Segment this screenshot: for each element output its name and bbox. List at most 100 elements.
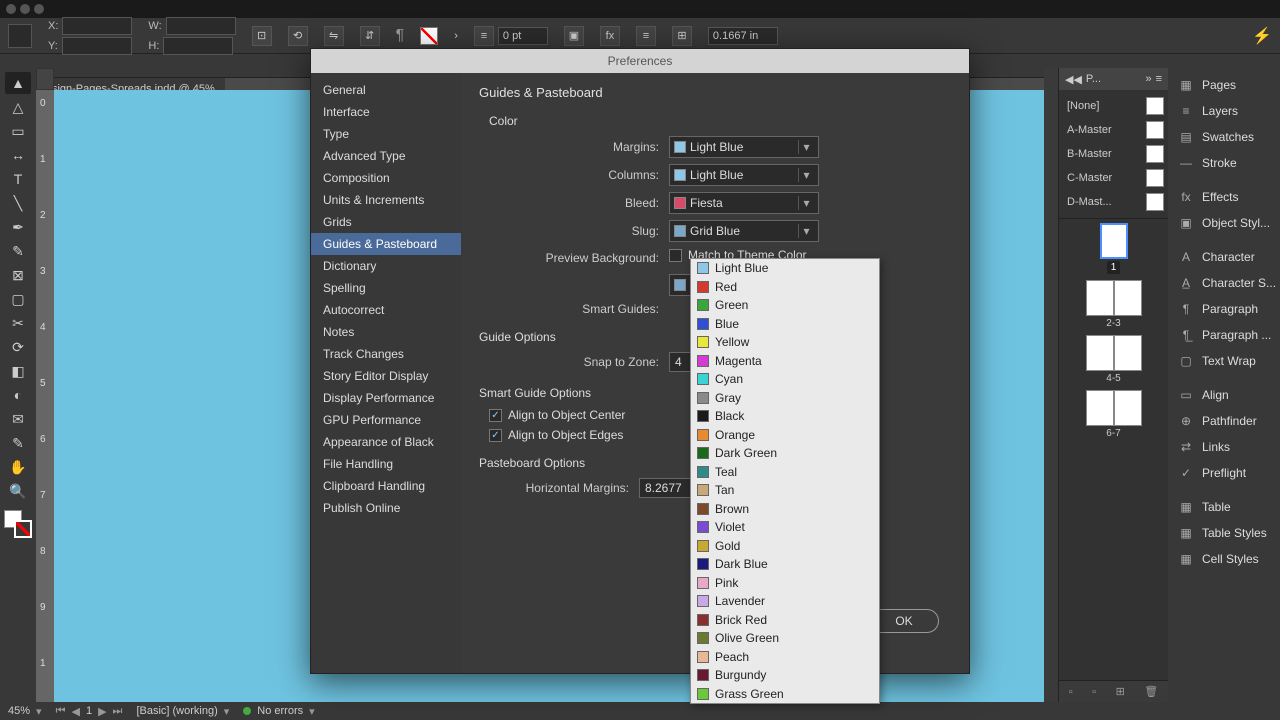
eyedropper-tool[interactable]: ✎	[5, 432, 31, 454]
color-option-orange[interactable]: Orange	[691, 426, 879, 445]
rectangle-frame-tool[interactable]: ⊠	[5, 264, 31, 286]
panel-flyout-icon[interactable]: ≡	[1156, 73, 1162, 85]
color-option-green[interactable]: Green	[691, 296, 879, 315]
panel-paragraph[interactable]: ¶Paragraph	[1168, 296, 1280, 322]
next-page-icon[interactable]: ▶	[98, 705, 106, 718]
profile-dropdown-icon[interactable]: ▾	[224, 705, 230, 718]
panel-table-styles[interactable]: ▦Table Styles	[1168, 520, 1280, 546]
master-d-mast-[interactable]: D-Mast...	[1063, 190, 1164, 214]
align-icon[interactable]: ≡	[636, 26, 656, 46]
free-transform-tool[interactable]: ⟳	[5, 336, 31, 358]
color-option-dark-green[interactable]: Dark Green	[691, 444, 879, 463]
columns-dropdown[interactable]: Light Blue ▾	[669, 164, 819, 186]
zoom-tool[interactable]: 🔍	[5, 480, 31, 502]
errors-dropdown-icon[interactable]: ▾	[309, 705, 315, 718]
vertical-scrollbar[interactable]	[1044, 68, 1058, 702]
footer-icon[interactable]: ▫	[1069, 686, 1073, 698]
new-page-icon[interactable]: ⊞	[1116, 685, 1125, 698]
pref-category-story-editor-display[interactable]: Story Editor Display	[311, 365, 461, 387]
rotate-icon[interactable]: ⟲	[288, 26, 308, 46]
pref-category-units-increments[interactable]: Units & Increments	[311, 189, 461, 211]
panel-effects[interactable]: fxEffects	[1168, 184, 1280, 210]
pref-category-track-changes[interactable]: Track Changes	[311, 343, 461, 365]
color-option-magenta[interactable]: Magenta	[691, 352, 879, 371]
pref-category-gpu-performance[interactable]: GPU Performance	[311, 409, 461, 431]
panel-character[interactable]: ACharacter	[1168, 244, 1280, 270]
measure-input[interactable]	[708, 27, 778, 45]
page-thumb-1[interactable]	[1100, 223, 1128, 259]
pref-category-display-performance[interactable]: Display Performance	[311, 387, 461, 409]
x-input[interactable]	[62, 17, 132, 35]
pref-category-general[interactable]: General	[311, 79, 461, 101]
color-option-grass-green[interactable]: Grass Green	[691, 685, 879, 704]
color-option-brick-red[interactable]: Brick Red	[691, 611, 879, 630]
pen-tool[interactable]: ✒	[5, 216, 31, 238]
footer-icon[interactable]: ▫	[1092, 686, 1096, 698]
type-tool[interactable]: T	[5, 168, 31, 190]
panel-pages[interactable]: ▦Pages	[1168, 72, 1280, 98]
gradient-swatch-tool[interactable]: ◧	[5, 360, 31, 382]
distribute-icon[interactable]: ⊞	[672, 26, 692, 46]
pref-category-guides-pasteboard[interactable]: Guides & Pasteboard	[311, 233, 461, 255]
text-wrap-icon[interactable]: ▣	[564, 26, 584, 46]
panel-character-s-[interactable]: A̲Character S...	[1168, 270, 1280, 296]
align-center-checkbox[interactable]: ✓	[489, 409, 502, 422]
panel-object-styl-[interactable]: ▣Object Styl...	[1168, 210, 1280, 236]
line-tool[interactable]: ╲	[5, 192, 31, 214]
panel-text-wrap[interactable]: ▢Text Wrap	[1168, 348, 1280, 374]
page-tool[interactable]: ▭	[5, 120, 31, 142]
panel-collapse-icon[interactable]: ◀◀	[1065, 73, 1082, 86]
fill-none-icon[interactable]	[420, 27, 438, 45]
max-dot[interactable]	[34, 4, 44, 14]
color-option-gray[interactable]: Gray	[691, 389, 879, 408]
spread-thumb[interactable]	[1086, 335, 1142, 371]
spread-thumb[interactable]	[1086, 390, 1142, 426]
min-dot[interactable]	[20, 4, 30, 14]
color-option-dark-blue[interactable]: Dark Blue	[691, 555, 879, 574]
color-option-yellow[interactable]: Yellow	[691, 333, 879, 352]
rectangle-tool[interactable]: ▢	[5, 288, 31, 310]
note-tool[interactable]: ✉	[5, 408, 31, 430]
smart-guides-color-menu[interactable]: Light BlueRedGreenBlueYellowMagentaCyanG…	[690, 258, 880, 704]
slug-dropdown[interactable]: Grid Blue ▾	[669, 220, 819, 242]
master--none-[interactable]: [None]	[1063, 94, 1164, 118]
pencil-tool[interactable]: ✎	[5, 240, 31, 262]
ruler-origin[interactable]	[36, 68, 54, 90]
color-option-brown[interactable]: Brown	[691, 500, 879, 519]
color-option-teal[interactable]: Teal	[691, 463, 879, 482]
w-input[interactable]	[166, 17, 236, 35]
match-theme-checkbox[interactable]	[669, 249, 682, 262]
hand-tool[interactable]: ✋	[5, 456, 31, 478]
color-option-black[interactable]: Black	[691, 407, 879, 426]
pref-category-composition[interactable]: Composition	[311, 167, 461, 189]
color-option-lavender[interactable]: Lavender	[691, 592, 879, 611]
pref-category-clipboard-handling[interactable]: Clipboard Handling	[311, 475, 461, 497]
first-page-icon[interactable]: ⏮	[56, 705, 66, 718]
panel-stroke[interactable]: —Stroke	[1168, 150, 1280, 176]
color-option-olive-green[interactable]: Olive Green	[691, 629, 879, 648]
panel-swatches[interactable]: ▤Swatches	[1168, 124, 1280, 150]
direct-selection-tool[interactable]: △	[5, 96, 31, 118]
pref-category-publish-online[interactable]: Publish Online	[311, 497, 461, 519]
pref-category-autocorrect[interactable]: Autocorrect	[311, 299, 461, 321]
panel-table[interactable]: ▦Table	[1168, 494, 1280, 520]
panel-cell-styles[interactable]: ▦Cell Styles	[1168, 546, 1280, 572]
color-option-red[interactable]: Red	[691, 278, 879, 297]
align-edges-checkbox[interactable]: ✓	[489, 429, 502, 442]
page-number[interactable]: 1	[86, 705, 92, 717]
panel-links[interactable]: ⇄Links	[1168, 434, 1280, 460]
master-a-master[interactable]: A-Master	[1063, 118, 1164, 142]
color-option-violet[interactable]: Violet	[691, 518, 879, 537]
color-option-light-blue[interactable]: Light Blue	[691, 259, 879, 278]
pref-category-file-handling[interactable]: File Handling	[311, 453, 461, 475]
fill-stroke-indicator[interactable]	[4, 510, 32, 538]
paragraph-icon[interactable]: ¶	[396, 27, 405, 45]
pref-category-dictionary[interactable]: Dictionary	[311, 255, 461, 277]
panel-menu-icon[interactable]: »	[1145, 73, 1151, 85]
zoom-dropdown-icon[interactable]: ▾	[36, 705, 42, 718]
scissors-tool[interactable]: ✂	[5, 312, 31, 334]
panel-layers[interactable]: ≡Layers	[1168, 98, 1280, 124]
color-option-tan[interactable]: Tan	[691, 481, 879, 500]
pref-category-type[interactable]: Type	[311, 123, 461, 145]
zoom-value[interactable]: 45%	[8, 705, 30, 717]
